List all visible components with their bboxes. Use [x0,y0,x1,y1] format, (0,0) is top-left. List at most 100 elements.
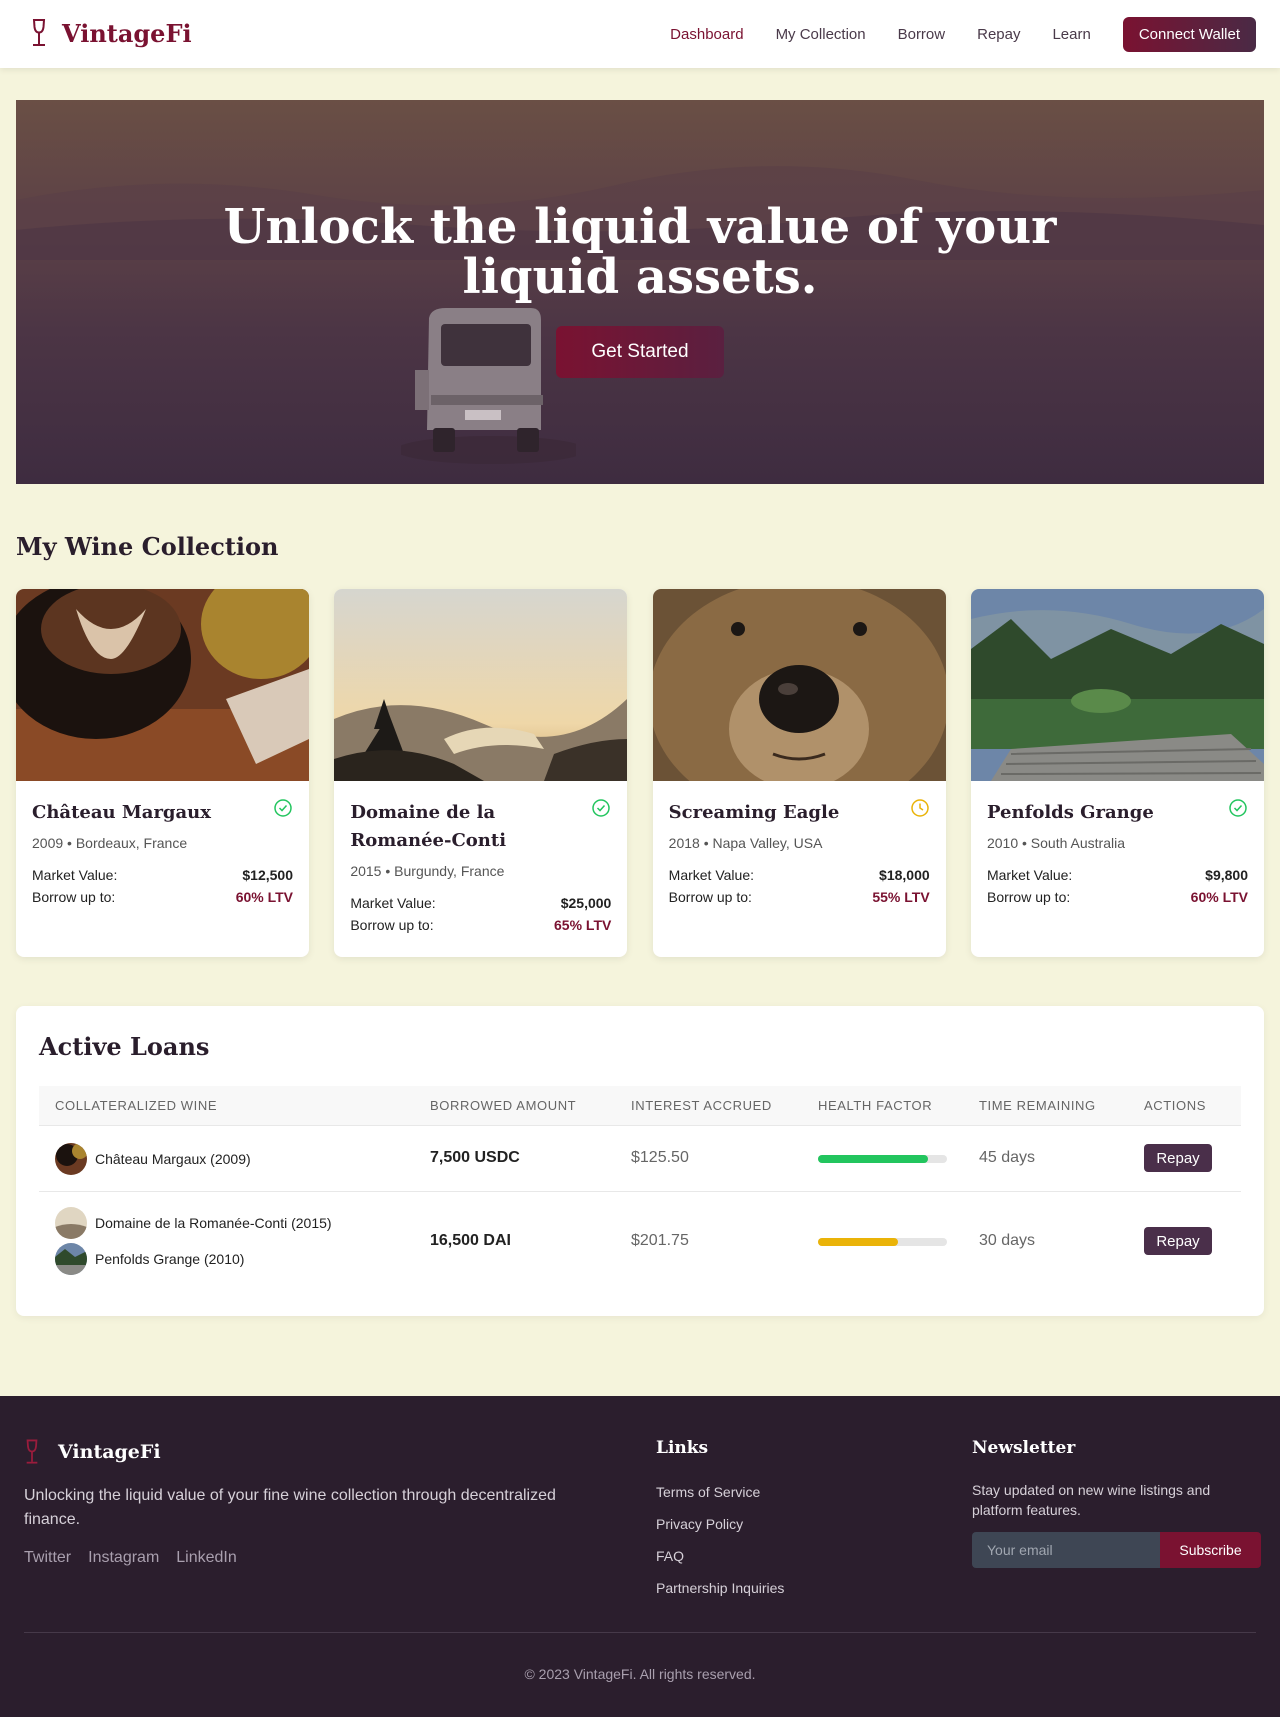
borrow-row: Borrow up to: 55% LTV [669,889,930,905]
social-instagram[interactable]: Instagram [88,1549,159,1567]
time-remaining: 45 days [979,1149,1036,1166]
verified-check-icon [274,799,292,817]
wine-card-title: Château Margaux [32,802,211,823]
nav-learn[interactable]: Learn [1052,26,1090,43]
get-started-button[interactable]: Get Started [556,326,724,378]
collateral-wine: Château Margaux (2009) [55,1143,251,1175]
borrow-row: Borrow up to: 60% LTV [32,889,293,905]
wine-glass-icon [32,19,46,46]
nav-my-collection[interactable]: My Collection [776,26,866,43]
wine-card[interactable]: Château Margaux 2009 • Bordeaux, France … [16,589,309,957]
social-twitter[interactable]: Twitter [24,1549,71,1567]
wine-card-meta: 2018 • Napa Valley, USA [668,835,823,851]
table-row: Domaine de la Romanée-Conti (2015) Penfo… [39,1192,1241,1292]
borrowed-amount: 16,500 DAI [430,1232,511,1249]
market-value: $18,000 [879,867,930,883]
borrow-label: Borrow up to: [350,917,434,933]
col-health-factor: HEALTH FACTOR [818,1098,933,1113]
link-faq[interactable]: FAQ [656,1548,784,1580]
wine-card-meta: 2010 • South Australia [986,835,1125,851]
health-bar [818,1155,947,1163]
wine-name: Domaine de la Romanée-Conti (2015) [95,1215,332,1231]
link-partnership[interactable]: Partnership Inquiries [656,1580,784,1612]
market-value-row: Market Value: $25,000 [350,895,611,911]
borrow-row: Borrow up to: 60% LTV [987,889,1248,905]
hero-title-line1: Unlock the liquid value of your [223,199,1057,255]
loans-table-header: COLLATERALIZED WINE BORROWED AMOUNT INTE… [39,1086,1241,1126]
borrowed-amount: 7,500 USDC [430,1149,520,1166]
wine-card-grid: Château Margaux 2009 • Bordeaux, France … [16,589,1264,957]
newsletter-email-input[interactable] [972,1532,1160,1568]
wine-card-title: Domaine de la Romanée-Conti [350,802,507,851]
lake-dock-image [970,589,1264,781]
footer-links: Terms of Service Privacy Policy FAQ Part… [656,1484,784,1612]
social-linkedin[interactable]: LinkedIn [176,1549,237,1567]
market-value-label: Market Value: [986,867,1073,883]
footer-brand[interactable]: VintageFi [24,1438,161,1466]
market-value: $25,000 [560,895,612,911]
market-value-label: Market Value: [668,867,754,883]
borrow-label: Borrow up to: [986,889,1071,905]
col-actions: ACTIONS [1144,1098,1206,1113]
footer-description: Unlocking the liquid value of your fine … [24,1487,556,1528]
newsletter-title: Newsletter [972,1438,1076,1458]
wine-card[interactable]: Domaine de la Romanée-Conti 2015 • Burgu… [334,589,628,957]
newsletter-text: Stay updated on new wine listings and pl… [972,1482,1211,1518]
top-navbar: VintageFi Dashboard My Collection Borrow… [0,0,1280,68]
brand[interactable]: VintageFi [30,18,192,48]
nav-borrow[interactable]: Borrow [898,26,946,43]
hero-banner: Unlock the liquid value of your liquid a… [16,100,1264,484]
ltv-value: 60% LTV [1190,889,1248,905]
wine-name: Penfolds Grange (2010) [95,1251,245,1267]
verified-check-icon [592,799,611,817]
market-value-row: Market Value: $9,800 [987,867,1248,883]
link-terms[interactable]: Terms of Service [656,1484,784,1516]
borrow-label: Borrow up to: [668,889,752,905]
footer-links-title: Links [656,1438,709,1458]
footer-brand-name: VintageFi [58,1441,161,1463]
wine-card[interactable]: Penfolds Grange 2010 • South Australia M… [970,589,1264,957]
hero-title: Unlock the liquid value of your liquid a… [16,202,1264,302]
link-privacy[interactable]: Privacy Policy [656,1516,784,1548]
loans-title: Active Loans [39,1032,210,1061]
brand-name: VintageFi [62,18,192,48]
wine-card[interactable]: Screaming Eagle 2018 • Napa Valley, USA … [652,589,946,957]
footer: VintageFi Unlocking the liquid value of … [0,1396,1280,1717]
sunset-valley-image [334,589,628,781]
col-time-remaining: TIME REMAINING [979,1098,1096,1113]
nav-dashboard[interactable]: Dashboard [670,26,743,43]
subscribe-button[interactable]: Subscribe [1160,1532,1261,1568]
market-value: $9,800 [1205,867,1248,883]
avatar [55,1207,87,1239]
collateral-wine: Penfolds Grange (2010) [55,1243,244,1275]
wine-card-meta: 2015 • Burgundy, France [350,863,505,879]
coffee-cup-image [16,589,309,781]
wine-card-meta: 2009 • Bordeaux, France [32,835,188,851]
borrow-label: Borrow up to: [32,889,116,905]
interest-accrued: $201.75 [631,1232,689,1249]
ltv-value: 65% LTV [554,917,612,933]
repay-button[interactable]: Repay [1144,1227,1212,1255]
col-interest-accrued: INTEREST ACCRUED [631,1098,772,1113]
health-bar-fill [818,1238,898,1246]
hero-title-line2: liquid assets. [462,249,818,305]
repay-button[interactable]: Repay [1144,1144,1212,1172]
ltv-value: 55% LTV [872,889,930,905]
collateral-wine: Domaine de la Romanée-Conti (2015) [55,1207,332,1239]
market-value: $12,500 [242,867,293,883]
connect-wallet-button[interactable]: Connect Wallet [1122,17,1256,52]
health-bar [818,1238,947,1246]
wine-glass-icon [26,1439,38,1464]
verified-check-icon [1229,799,1247,817]
nav-repay[interactable]: Repay [977,26,1020,43]
wine-card-title: Screaming Eagle [668,802,840,823]
avatar [55,1243,87,1275]
time-remaining: 30 days [979,1232,1036,1249]
footer-divider [24,1632,1256,1633]
col-borrowed-amount: BORROWED AMOUNT [430,1098,577,1113]
bear-face-image [652,589,946,781]
ltv-value: 60% LTV [235,889,293,905]
pending-clock-icon [910,799,929,817]
borrow-row: Borrow up to: 65% LTV [350,917,611,933]
table-row: Château Margaux (2009) 7,500 USDC $125.5… [39,1126,1241,1192]
